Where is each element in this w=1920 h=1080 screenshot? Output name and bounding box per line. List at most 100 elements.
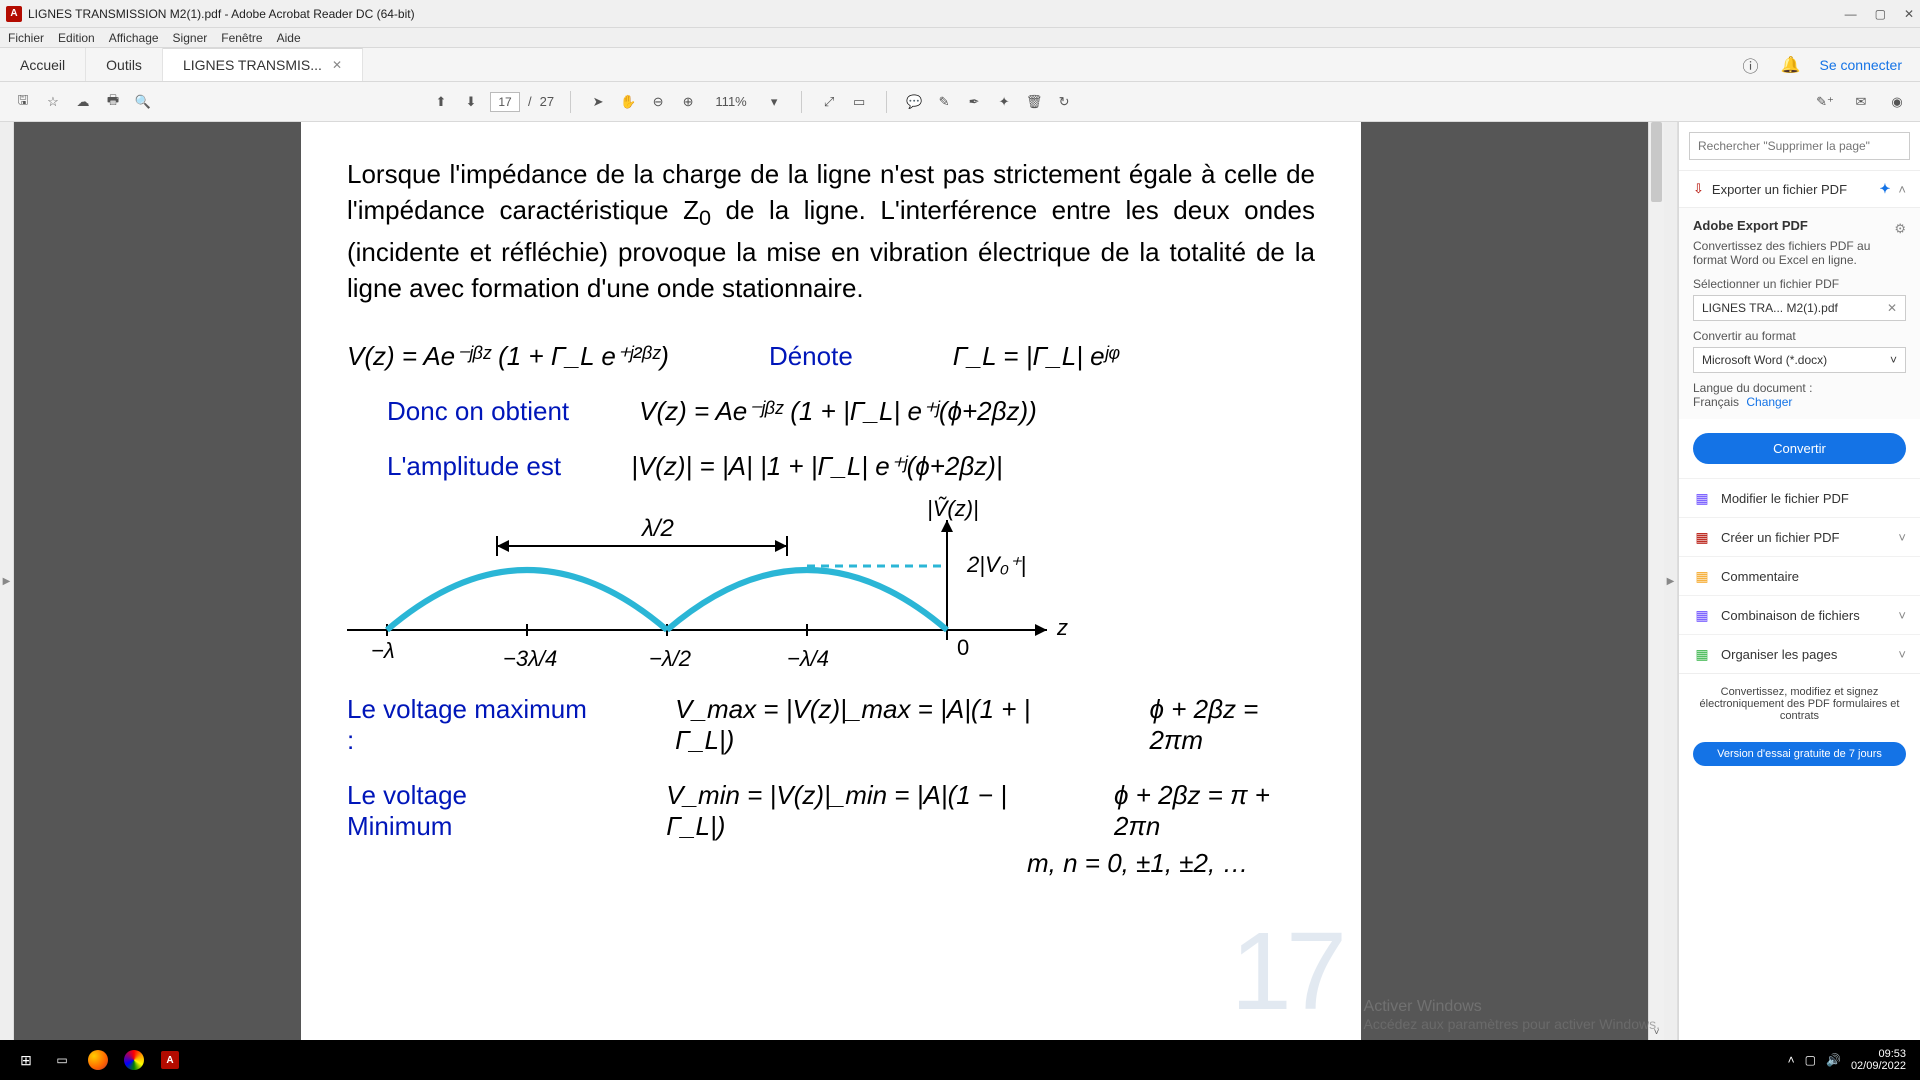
eq-vmax: V_max = |V(z)|_max = |A|(1 + |Γ_L|) <box>675 694 1079 756</box>
menu-fichier[interactable]: Fichier <box>8 31 44 45</box>
tray-battery-icon[interactable]: ▢ <box>1805 1053 1816 1067</box>
page-up-icon[interactable]: ⬆ <box>430 91 452 113</box>
export-header[interactable]: Exporter un fichier PDF <box>1712 182 1847 197</box>
menu-fenetre[interactable]: Fenêtre <box>221 31 262 45</box>
zoom-out-icon[interactable]: ⊖ <box>647 91 669 113</box>
share-icon[interactable]: ✎⁺ <box>1814 91 1836 113</box>
scroll-down-icon[interactable]: ˅ <box>1649 1024 1664 1040</box>
svg-text:z: z <box>1056 615 1068 640</box>
close-button[interactable]: ✕ <box>1904 7 1914 21</box>
sidepanel-tool[interactable]: ▦Commentaire <box>1679 556 1920 595</box>
zoom-dropdown-icon[interactable]: ▾ <box>763 91 785 113</box>
chevron-down-icon: ˅ <box>1898 647 1906 662</box>
sidepanel-collapse-handle[interactable]: ▶ <box>1664 122 1678 1040</box>
fit-width-icon[interactable]: ⤢ <box>818 91 840 113</box>
account-icon[interactable]: ◉ <box>1886 91 1908 113</box>
left-panel-handle[interactable]: ▶ <box>0 122 14 1040</box>
menu-aide[interactable]: Aide <box>277 31 301 45</box>
save-icon[interactable]: 🖫 <box>12 91 34 113</box>
eq-vz2: V(z) = Ae⁻ʲᵝᶻ (1 + |Γ_L| e⁺ʲ(ϕ+2βz)) <box>639 396 1037 427</box>
search-input[interactable] <box>1689 132 1910 160</box>
menu-signer[interactable]: Signer <box>173 31 208 45</box>
eq-vmax-phase: ϕ + 2βz = 2πm <box>1150 694 1315 756</box>
svg-text:|Ṽ(z)|: |Ṽ(z)| <box>927 496 979 521</box>
start-button[interactable]: ⊞ <box>8 1044 44 1076</box>
menu-affichage[interactable]: Affichage <box>109 31 159 45</box>
acrobat-taskbar-icon[interactable]: A <box>152 1044 188 1076</box>
amp-label: L'amplitude est <box>387 451 561 482</box>
maximize-button[interactable]: ▢ <box>1875 7 1886 21</box>
signin-link[interactable]: Se connecter <box>1820 57 1903 73</box>
tray-chevron-icon[interactable]: ˄ <box>1788 1053 1795 1067</box>
sidepanel: ⇩ Exporter un fichier PDF ✦ ˄ Adobe Expo… <box>1678 122 1920 1040</box>
help-icon[interactable]: ⓘ <box>1740 54 1762 76</box>
taskbar-clock[interactable]: 09:53 02/09/2022 <box>1851 1048 1912 1072</box>
convert-format-label: Convertir au format <box>1693 329 1906 343</box>
pointer-icon[interactable]: ➤ <box>587 91 609 113</box>
rotate-icon[interactable]: ↻ <box>1053 91 1075 113</box>
cloud-icon[interactable]: ☁ <box>72 91 94 113</box>
paint-icon[interactable] <box>116 1044 152 1076</box>
comment-bubble-icon[interactable]: 💬 <box>903 91 925 113</box>
bell-icon[interactable]: 🔔 <box>1780 54 1802 76</box>
format-select[interactable]: Microsoft Word (*.docx)˅ <box>1693 347 1906 373</box>
edit-pdf-icon: ▦ <box>1693 489 1711 507</box>
sidepanel-tool[interactable]: ▦Combinaison de fichiers˅ <box>1679 595 1920 634</box>
menubar: Fichier Edition Affichage Signer Fenêtre… <box>0 28 1920 48</box>
chevron-up-icon[interactable]: ˄ <box>1898 182 1906 197</box>
sign-icon[interactable]: ✒ <box>963 91 985 113</box>
page-total: 27 <box>540 94 554 109</box>
eq-vmin: V_min = |V(z)|_min = |A|(1 − |Γ_L|) <box>666 780 1050 842</box>
comment-icon: ▦ <box>1693 567 1711 585</box>
svg-text:−3λ/4: −3λ/4 <box>503 646 557 671</box>
vertical-scrollbar[interactable]: ˄ ˅ <box>1648 122 1664 1040</box>
stamp-icon[interactable]: ✦ <box>993 91 1015 113</box>
delete-icon[interactable]: 🗑 <box>1023 91 1045 113</box>
clear-file-icon[interactable]: ✕ <box>1887 301 1897 315</box>
print-icon[interactable]: 🖶 <box>102 91 124 113</box>
sidepanel-tool[interactable]: ▦Créer un fichier PDF˅ <box>1679 517 1920 556</box>
tab-tools[interactable]: Outils <box>86 48 163 81</box>
document-area: Lorsque l'impédance de la charge de la l… <box>14 122 1648 1040</box>
sidepanel-tool[interactable]: ▦Modifier le fichier PDF <box>1679 478 1920 517</box>
lang-label: Langue du document : <box>1693 381 1812 395</box>
zoom-value[interactable]: 111% <box>707 94 755 109</box>
highlight-icon[interactable]: ✎ <box>933 91 955 113</box>
email-icon[interactable]: ✉ <box>1850 91 1872 113</box>
minimize-button[interactable]: — <box>1845 7 1857 21</box>
export-pdf-icon: ⇩ <box>1693 181 1704 197</box>
trial-button[interactable]: Version d'essai gratuite de 7 jours <box>1693 742 1906 766</box>
paragraph: Lorsque l'impédance de la charge de la l… <box>347 156 1315 307</box>
hand-icon[interactable]: ✋ <box>617 91 639 113</box>
selected-file-field[interactable]: LIGNES TRA... M2(1).pdf✕ <box>1693 295 1906 321</box>
page-sep: / <box>528 94 532 109</box>
read-mode-icon[interactable]: ▭ <box>848 91 870 113</box>
page-down-icon[interactable]: ⬇ <box>460 91 482 113</box>
star-icon[interactable]: ☆ <box>42 91 64 113</box>
lang-value: Français <box>1693 395 1739 409</box>
eq-vmin-phase: ϕ + 2βz = π + 2πn <box>1114 780 1315 842</box>
svg-text:2|V₀⁺|: 2|V₀⁺| <box>966 552 1026 577</box>
eq-gamma: Γ_L = |Γ_L| eʲᵠ <box>953 341 1119 372</box>
select-file-label: Sélectionner un fichier PDF <box>1693 277 1906 291</box>
sidepanel-tool[interactable]: ▦Organiser les pages˅ <box>1679 634 1920 673</box>
window-title: LIGNES TRANSMISSION M2(1).pdf - Adobe Ac… <box>28 7 415 21</box>
scroll-thumb[interactable] <box>1651 122 1662 202</box>
convert-button[interactable]: Convertir <box>1693 433 1906 464</box>
page-current-input[interactable]: 17 <box>490 92 520 112</box>
tab-document[interactable]: LIGNES TRANSMIS...✕ <box>163 48 363 81</box>
vmin-label: Le voltage Minimum <box>347 780 570 842</box>
firefox-icon[interactable] <box>80 1044 116 1076</box>
menu-edition[interactable]: Edition <box>58 31 95 45</box>
tab-close-icon[interactable]: ✕ <box>332 58 342 72</box>
vmax-label: Le voltage maximum : <box>347 694 595 756</box>
expand-plus-icon[interactable]: ✦ <box>1880 181 1891 197</box>
lang-change-link[interactable]: Changer <box>1746 395 1792 409</box>
search-icon[interactable]: 🔍 <box>132 91 154 113</box>
tab-home[interactable]: Accueil <box>0 48 86 81</box>
task-view-icon[interactable]: ▭ <box>44 1044 80 1076</box>
tray-sound-icon[interactable]: 🔊 <box>1826 1053 1841 1067</box>
gear-icon[interactable]: ⚙ <box>1894 221 1906 237</box>
zoom-in-icon[interactable]: ⊕ <box>677 91 699 113</box>
svg-text:λ/2: λ/2 <box>640 515 674 542</box>
